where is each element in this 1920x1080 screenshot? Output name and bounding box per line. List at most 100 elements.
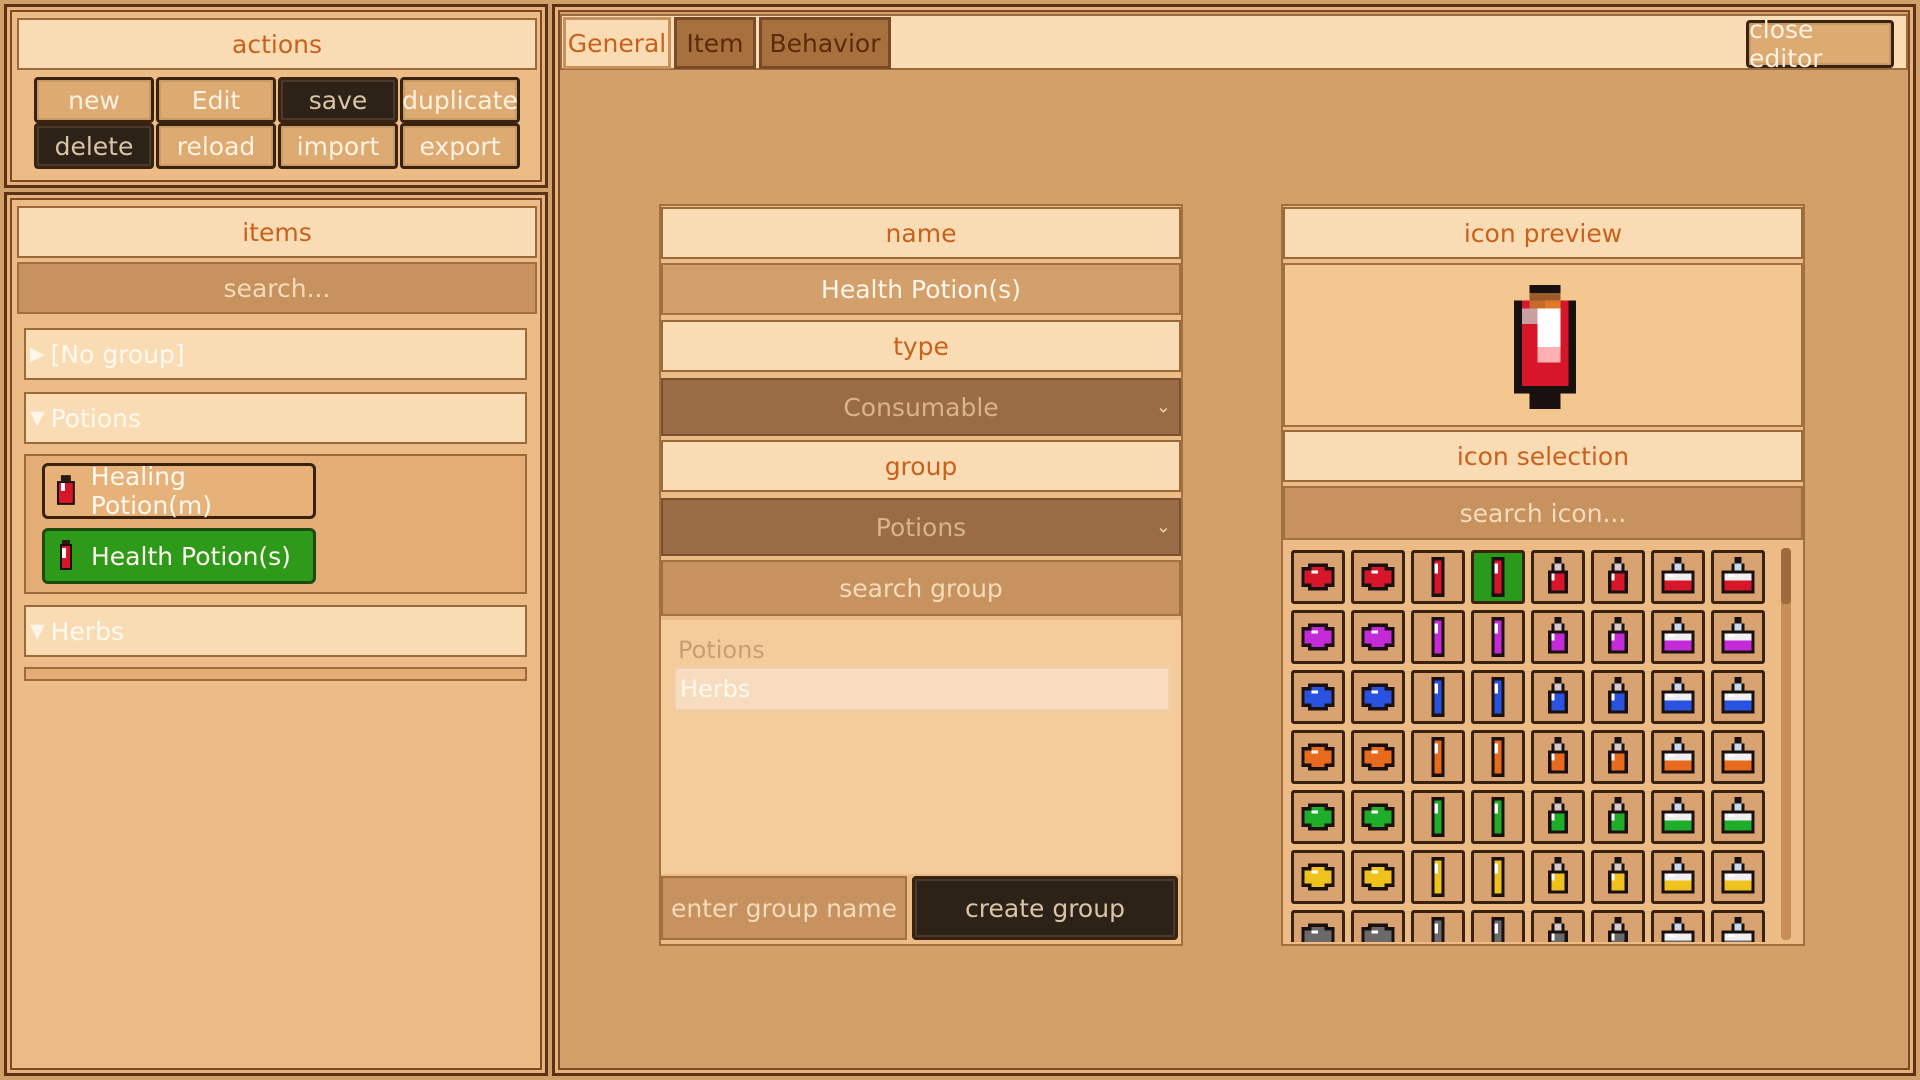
icon-option-gray-vial[interactable] xyxy=(1411,910,1465,942)
group-row-herbs[interactable]: ▼ Herbs xyxy=(24,605,527,657)
icon-option-blue-gem[interactable] xyxy=(1351,670,1405,724)
tab-behavior[interactable]: Behavior xyxy=(759,17,891,69)
save-button[interactable]: save xyxy=(278,77,398,123)
type-select[interactable]: Consumable ⌄ xyxy=(661,378,1181,436)
group-option-herbs[interactable]: Herbs xyxy=(674,667,1170,711)
list-item-health-potion[interactable]: Health Potion(s) xyxy=(42,528,316,584)
export-button[interactable]: export xyxy=(400,123,520,169)
icon-option-purple-vial[interactable] xyxy=(1471,610,1525,664)
tab-item[interactable]: Item xyxy=(674,17,756,69)
group-search-input[interactable]: search group xyxy=(661,560,1181,616)
edit-button[interactable]: Edit xyxy=(156,77,276,123)
icon-option-green-vial[interactable] xyxy=(1411,790,1465,844)
icon-option-blue-bottle[interactable] xyxy=(1651,670,1705,724)
icon-option-red-flask[interactable] xyxy=(1531,550,1585,604)
icon-option-yellow-flask[interactable] xyxy=(1591,850,1645,904)
icon-option-orange-flask[interactable] xyxy=(1531,730,1585,784)
icon-option-green-gem[interactable] xyxy=(1291,790,1345,844)
icon-option-red-vial[interactable] xyxy=(1471,550,1525,604)
red-vial-icon xyxy=(1491,557,1505,597)
group-select[interactable]: Potions ⌄ xyxy=(661,498,1181,556)
red-bottle-icon xyxy=(1721,557,1755,594)
icon-option-red-flask[interactable] xyxy=(1591,550,1645,604)
icon-preview-area xyxy=(1283,263,1803,427)
icon-option-orange-bottle[interactable] xyxy=(1651,730,1705,784)
icon-option-yellow-gem[interactable] xyxy=(1351,850,1405,904)
icon-option-red-bottle[interactable] xyxy=(1711,550,1765,604)
icon-option-orange-bottle[interactable] xyxy=(1711,730,1765,784)
group-option-potions[interactable]: Potions xyxy=(678,636,765,664)
icon-option-orange-vial[interactable] xyxy=(1411,730,1465,784)
blue-bottle-icon xyxy=(1661,677,1695,714)
icon-option-purple-flask[interactable] xyxy=(1531,610,1585,664)
icon-option-orange-vial[interactable] xyxy=(1471,730,1525,784)
icon-search-input[interactable]: search icon... xyxy=(1283,486,1803,540)
icon-option-green-flask[interactable] xyxy=(1531,790,1585,844)
icon-option-green-flask[interactable] xyxy=(1591,790,1645,844)
group-row-no-group[interactable]: ▶ [No group] xyxy=(24,328,527,380)
group-select-value: Potions xyxy=(875,512,967,542)
icon-option-gray-bottle[interactable] xyxy=(1651,910,1705,942)
icon-option-purple-vial[interactable] xyxy=(1411,610,1465,664)
icon-option-gray-gem[interactable] xyxy=(1291,910,1345,942)
icon-option-gray-bottle[interactable] xyxy=(1711,910,1765,942)
reload-button[interactable]: reload xyxy=(156,123,276,169)
import-button[interactable]: import xyxy=(278,123,398,169)
icon-option-gray-gem[interactable] xyxy=(1351,910,1405,942)
icon-option-purple-gem[interactable] xyxy=(1291,610,1345,664)
icon-option-blue-gem[interactable] xyxy=(1291,670,1345,724)
icon-option-yellow-flask[interactable] xyxy=(1531,850,1585,904)
icon-option-purple-bottle[interactable] xyxy=(1651,610,1705,664)
group-row-potions[interactable]: ▼ Potions xyxy=(24,392,527,444)
blue-gem-icon xyxy=(1361,683,1395,711)
icon-option-red-vial[interactable] xyxy=(1411,550,1465,604)
icon-option-red-bottle[interactable] xyxy=(1651,550,1705,604)
icon-option-yellow-bottle[interactable] xyxy=(1651,850,1705,904)
icon-option-yellow-gem[interactable] xyxy=(1291,850,1345,904)
icon-option-blue-flask[interactable] xyxy=(1591,670,1645,724)
close-editor-button[interactable]: close editor xyxy=(1746,15,1894,73)
green-flask-icon xyxy=(1548,797,1568,834)
icon-grid-scrollbar[interactable] xyxy=(1781,548,1791,940)
new-group-name-input[interactable]: enter group name xyxy=(661,876,907,940)
icon-option-gray-flask[interactable] xyxy=(1591,910,1645,942)
icon-option-blue-vial[interactable] xyxy=(1411,670,1465,724)
icon-option-purple-flask[interactable] xyxy=(1591,610,1645,664)
icon-option-green-vial[interactable] xyxy=(1471,790,1525,844)
new-button[interactable]: new xyxy=(34,77,154,123)
icon-option-green-gem[interactable] xyxy=(1351,790,1405,844)
gray-bottle-icon xyxy=(1661,917,1695,942)
icon-option-gray-vial[interactable] xyxy=(1471,910,1525,942)
name-input[interactable]: Health Potion(s) xyxy=(661,263,1181,315)
icon-option-purple-gem[interactable] xyxy=(1351,610,1405,664)
icon-option-yellow-vial[interactable] xyxy=(1411,850,1465,904)
orange-gem-icon xyxy=(1301,743,1335,771)
icon-option-green-bottle[interactable] xyxy=(1711,790,1765,844)
duplicate-button[interactable]: duplicate xyxy=(400,77,520,123)
yellow-vial-icon xyxy=(1431,857,1445,897)
list-item-healing-potion[interactable]: Healing Potion(m) xyxy=(42,462,316,520)
delete-button[interactable]: delete xyxy=(34,123,154,169)
icon-option-yellow-bottle[interactable] xyxy=(1711,850,1765,904)
gray-gem-icon xyxy=(1301,923,1335,942)
icon-option-blue-bottle[interactable] xyxy=(1711,670,1765,724)
purple-bottle-icon xyxy=(1721,617,1755,654)
icon-option-red-gem[interactable] xyxy=(1351,550,1405,604)
icon-option-orange-flask[interactable] xyxy=(1591,730,1645,784)
scrollbar-thumb[interactable] xyxy=(1781,548,1791,604)
icon-option-orange-gem[interactable] xyxy=(1291,730,1345,784)
create-group-button[interactable]: create group xyxy=(912,876,1178,940)
items-search-input[interactable]: search... xyxy=(17,262,537,314)
icon-option-purple-bottle[interactable] xyxy=(1711,610,1765,664)
icon-option-green-bottle[interactable] xyxy=(1651,790,1705,844)
icon-option-gray-flask[interactable] xyxy=(1531,910,1585,942)
tab-general[interactable]: General xyxy=(563,17,671,69)
icon-option-yellow-vial[interactable] xyxy=(1471,850,1525,904)
red-flask-icon xyxy=(1548,557,1568,594)
icon-option-red-gem[interactable] xyxy=(1291,550,1345,604)
yellow-vial-icon xyxy=(1491,857,1505,897)
icon-option-blue-flask[interactable] xyxy=(1531,670,1585,724)
icon-option-orange-gem[interactable] xyxy=(1351,730,1405,784)
icon-option-blue-vial[interactable] xyxy=(1471,670,1525,724)
green-flask-icon xyxy=(1608,797,1628,834)
